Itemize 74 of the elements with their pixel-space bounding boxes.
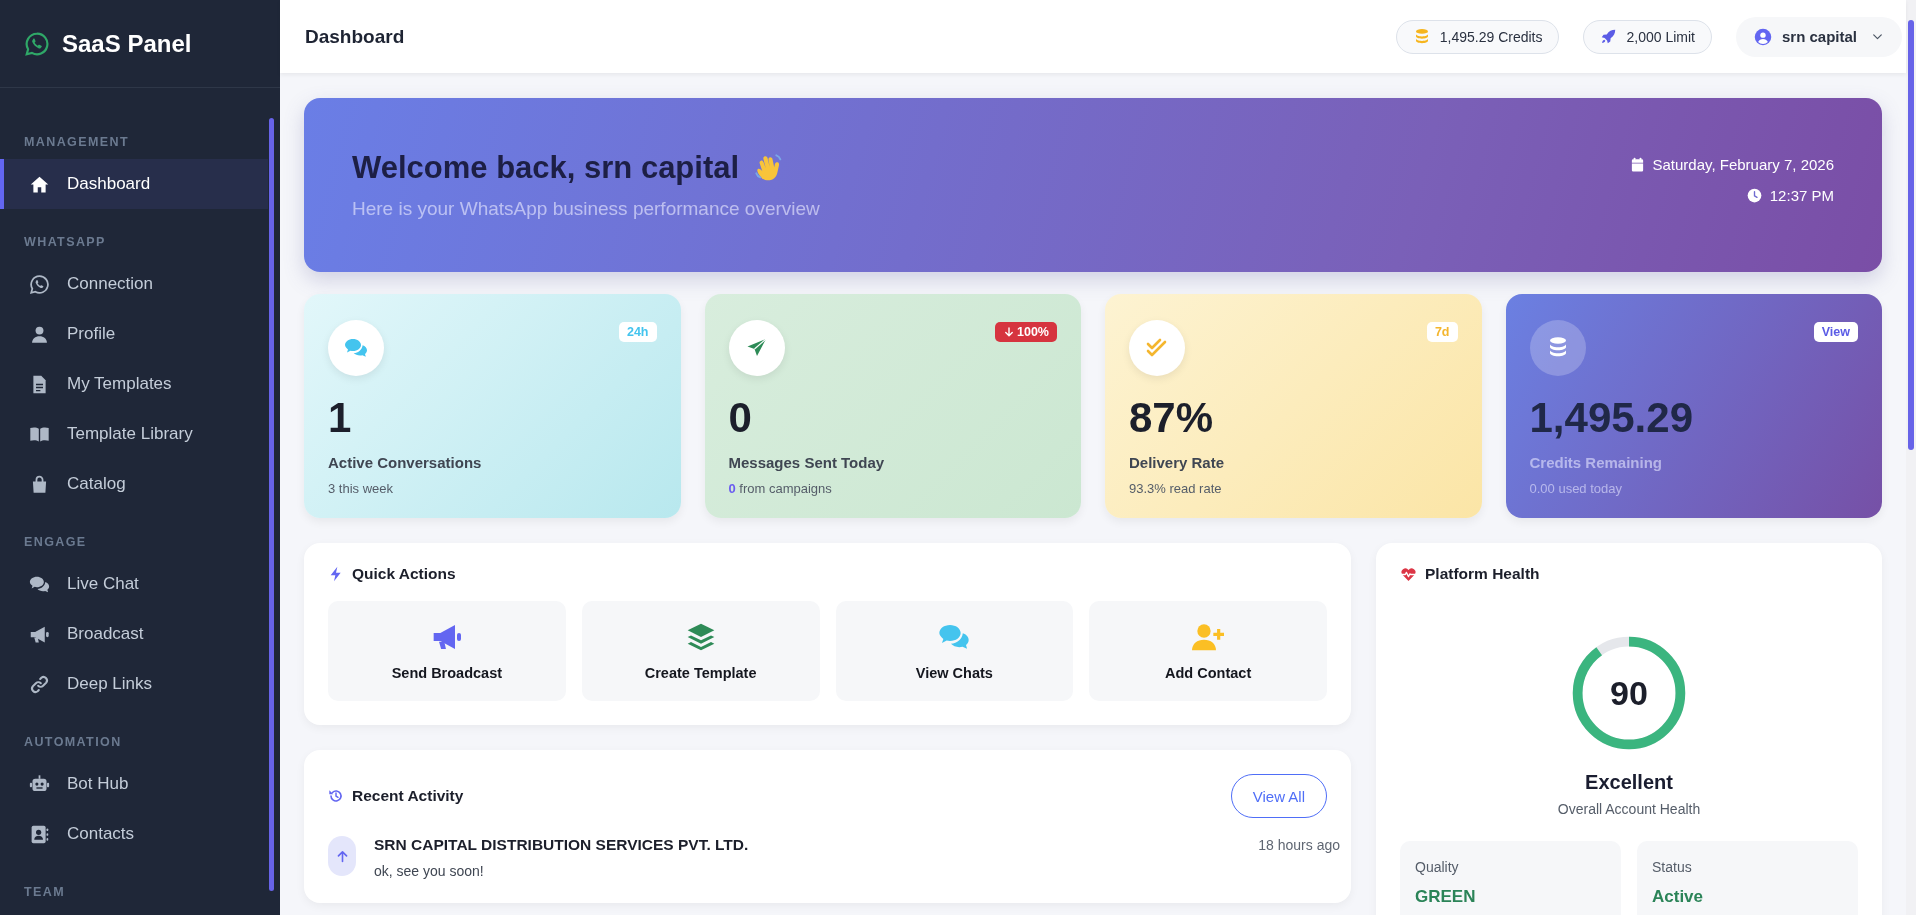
welcome-subtitle: Here is your WhatsApp business performance overview <box>352 198 820 220</box>
quick-action[interactable]: Add Contact <box>1089 601 1327 701</box>
calendar-icon <box>1629 157 1645 172</box>
limit-pill[interactable]: 2,000 Limit <box>1583 19 1712 54</box>
health-caption: Overall Account Health <box>1556 801 1702 817</box>
credits-pill[interactable]: 1,495.29 Credits <box>1395 19 1560 54</box>
quick-action[interactable]: View Chats <box>835 601 1074 701</box>
sidebar-item[interactable]: Broadcast <box>0 609 268 659</box>
sidebar-item[interactable]: Catalog <box>0 459 268 509</box>
history-icon <box>328 788 344 804</box>
scrollbar-thumb[interactable] <box>1908 20 1914 450</box>
stat-subtext: 0 from campaigns <box>728 481 833 496</box>
section-label: AUTOMATION <box>24 735 123 749</box>
stat-value: 87% <box>1129 393 1215 443</box>
section-label: ENGAGE <box>24 535 88 549</box>
arrow-down-icon <box>1003 326 1015 338</box>
quick-action[interactable]: Send Broadcast <box>328 601 566 701</box>
stat-label: Messages Sent Today <box>728 454 886 471</box>
section-label: TEAM <box>24 885 66 899</box>
quick-action[interactable]: Create Template <box>581 601 820 701</box>
stat-badge: 24h <box>618 322 657 342</box>
time-text: 12:37 PM <box>1769 187 1834 204</box>
contact-card-icon <box>29 823 50 845</box>
stat-value: 1 <box>328 393 353 443</box>
stat-subtext: 3 this week <box>328 481 395 496</box>
trend-badge: 100% <box>995 322 1057 342</box>
health-rating: Excellent <box>1584 771 1674 794</box>
heart-pulse-icon <box>1400 565 1417 583</box>
sidebar-item[interactable]: Template Library <box>0 409 268 459</box>
stat-label: Credits Remaining <box>1529 454 1664 471</box>
section-label: MANAGEMENT <box>24 135 130 149</box>
scrollbar-thumb[interactable] <box>269 118 274 891</box>
brand-name: SaaS Panel <box>62 29 192 58</box>
activity-message: ok, see you soon! <box>374 863 485 879</box>
stat-subtext: 0.00 used today <box>1529 481 1624 496</box>
clock-icon <box>1746 188 1762 203</box>
chat-bubbles-icon <box>344 336 368 360</box>
contact-name: SRN CAPITAL DISTRIBUTION SERVICES PVT. LTD. <box>374 836 749 854</box>
section-label: WHATSAPP <box>24 235 107 249</box>
health-score: 90 <box>1609 673 1649 714</box>
phone-bubble-icon <box>29 273 50 295</box>
sidebar-item[interactable]: Connection <box>0 259 268 309</box>
card-title: Recent Activity <box>352 787 464 805</box>
sidebar-item[interactable]: Live Chat <box>0 559 268 609</box>
activity-time: 18 hours ago <box>1258 837 1340 853</box>
sidebar-item[interactable]: Dashboard <box>0 159 268 209</box>
sidebar-item[interactable]: Bot Hub <box>0 759 268 809</box>
metric-label: Quality <box>1415 859 1460 875</box>
view-link[interactable]: View <box>1813 322 1858 342</box>
user-avatar-icon <box>1753 27 1772 46</box>
metric-label: Status <box>1652 859 1693 875</box>
stat-value: 1,495.29 <box>1529 393 1694 443</box>
stat-value: 0 <box>728 393 753 443</box>
rocket-icon <box>1600 28 1618 45</box>
page-title: Dashboard <box>305 25 405 48</box>
stat-label: Delivery Rate <box>1129 454 1226 471</box>
welcome-title: Welcome back, srn capital <box>352 150 740 186</box>
stat-label: Active Conversations <box>328 454 483 471</box>
person-plus-icon <box>1192 621 1225 653</box>
metric-value: GREEN <box>1415 887 1477 907</box>
sidebar-item[interactable]: Deep Links <box>0 659 268 709</box>
sidebar-item[interactable]: Profile <box>0 309 268 359</box>
date-text: Saturday, February 7, 2026 <box>1652 156 1834 173</box>
sidebar-item[interactable]: My Templates <box>0 359 268 409</box>
metric-value: Active <box>1652 887 1705 907</box>
phone-bubble-icon <box>24 30 50 57</box>
card-title: Quick Actions <box>352 565 456 583</box>
stat-subtext: 93.3% read rate <box>1129 481 1223 496</box>
card-title: Platform Health <box>1425 565 1540 583</box>
link-icon <box>29 673 50 695</box>
view-all-button[interactable]: View All <box>1230 774 1327 818</box>
sidebar-item[interactable]: Contacts <box>0 809 268 859</box>
stat-badge: 7d <box>1426 322 1458 342</box>
user-menu[interactable]: srn capital <box>1735 16 1902 57</box>
